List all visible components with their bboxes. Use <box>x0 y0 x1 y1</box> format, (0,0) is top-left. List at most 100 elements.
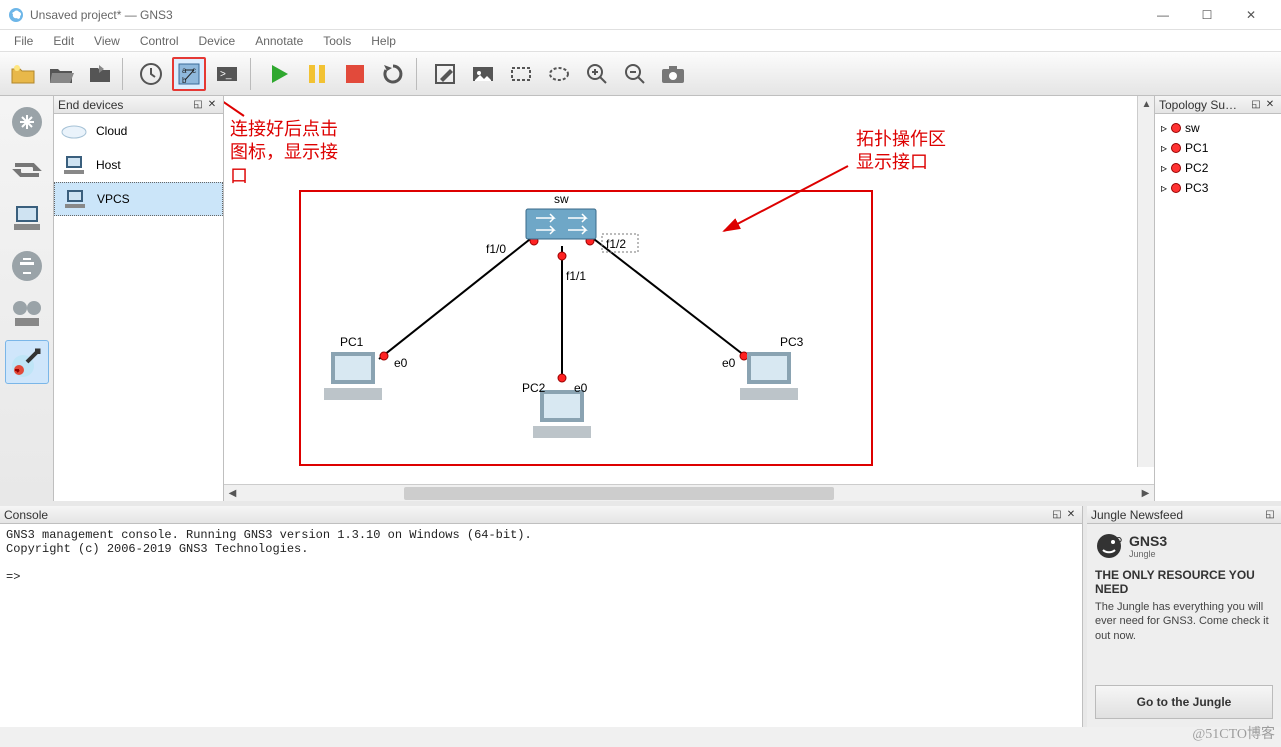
draw-rectangle-button[interactable] <box>504 57 538 91</box>
node-pc1-label: PC1 <box>340 335 364 349</box>
status-dot-stopped-icon <box>1171 183 1181 193</box>
node-pc2-label: PC2 <box>522 381 546 395</box>
screenshot-button[interactable] <box>656 57 690 91</box>
canvas-horizontal-scrollbar[interactable]: ◀▶ <box>224 484 1154 501</box>
status-dot-stopped-icon <box>1171 143 1181 153</box>
reload-all-button[interactable] <box>376 57 410 91</box>
panel-close-icon[interactable]: ✕ <box>205 98 219 112</box>
node-pc1[interactable]: PC1 <box>324 335 382 400</box>
console-output[interactable]: GNS3 management console. Running GNS3 ve… <box>0 524 1082 727</box>
panel-float-icon[interactable]: ◱ <box>1263 508 1277 522</box>
newsfeed-headline: THE ONLY RESOURCE YOU NEED <box>1095 568 1273 596</box>
port-label-f11: f1/1 <box>566 269 586 283</box>
go-to-jungle-button[interactable]: Go to the Jungle <box>1095 685 1273 719</box>
console-all-button[interactable]: >_ <box>210 57 244 91</box>
newsfeed-panel: Jungle Newsfeed ◱ GNS3Jungle THE ONLY RE… <box>1083 506 1281 727</box>
device-host[interactable]: Host <box>54 148 223 182</box>
new-project-button[interactable] <box>6 57 40 91</box>
insert-image-button[interactable] <box>466 57 500 91</box>
svg-text:b: b <box>182 76 187 85</box>
panel-float-icon[interactable]: ◱ <box>191 98 205 112</box>
save-project-button[interactable] <box>82 57 116 91</box>
gns3-app-icon <box>8 7 24 23</box>
panel-float-icon[interactable]: ◱ <box>1050 508 1064 522</box>
topology-item-sw[interactable]: ▹sw <box>1157 118 1279 138</box>
annotate-note-button[interactable] <box>428 57 462 91</box>
port-label-pc2-e0: e0 <box>574 381 588 395</box>
device-type-bar <box>0 96 54 501</box>
topology-summary-header[interactable]: Topology Su… ◱ ✕ <box>1155 96 1281 114</box>
newsfeed-panel-header[interactable]: Jungle Newsfeed ◱ <box>1087 506 1281 524</box>
end-devices-panel-header[interactable]: End devices ◱ ✕ <box>54 96 223 114</box>
window-close-button[interactable]: ✕ <box>1229 2 1273 28</box>
window-titlebar: Unsaved project* — GNS3 ― ☐ ✕ <box>0 0 1281 30</box>
console-panel-title: Console <box>4 508 48 522</box>
expand-icon[interactable]: ▹ <box>1161 181 1167 195</box>
menu-tools[interactable]: Tools <box>313 32 361 50</box>
console-panel-header[interactable]: Console ◱ ✕ <box>0 506 1082 524</box>
window-minimize-button[interactable]: ― <box>1141 2 1185 28</box>
window-title: Unsaved project* — GNS3 <box>30 8 1141 22</box>
workspace: ▲ sw <box>224 96 1155 501</box>
start-all-button[interactable] <box>262 57 296 91</box>
console-panel: Console ◱ ✕ GNS3 management console. Run… <box>0 506 1083 727</box>
port-label-f10: f1/0 <box>486 242 506 256</box>
menu-file[interactable]: File <box>4 32 43 50</box>
device-label: Host <box>96 158 121 172</box>
zoom-in-button[interactable] <box>580 57 614 91</box>
device-label: VPCS <box>97 192 130 206</box>
menu-control[interactable]: Control <box>130 32 189 50</box>
topology-item-pc3[interactable]: ▹PC3 <box>1157 178 1279 198</box>
expand-icon[interactable]: ▹ <box>1161 121 1167 135</box>
node-pc3[interactable]: PC3 <box>740 335 804 400</box>
end-devices-panel: End devices ◱ ✕ Cloud Host VPCS <box>54 96 224 501</box>
expand-icon[interactable]: ▹ <box>1161 141 1167 155</box>
annotation-text-2: 拓扑操作区 显示接口 <box>856 128 946 175</box>
device-label: Cloud <box>96 124 127 138</box>
security-devices-category-button[interactable] <box>5 244 49 288</box>
cloud-icon <box>60 121 88 141</box>
host-icon <box>60 155 88 175</box>
show-interface-labels-button[interactable]: acb <box>172 57 206 91</box>
window-maximize-button[interactable]: ☐ <box>1185 2 1229 28</box>
device-vpcs[interactable]: VPCS <box>54 182 223 216</box>
vpcs-icon <box>61 189 89 209</box>
menu-device[interactable]: Device <box>189 32 246 50</box>
newsfeed-panel-title: Jungle Newsfeed <box>1091 508 1183 522</box>
newsfeed-body: The Jungle has everything you will ever … <box>1095 600 1273 643</box>
watermark: @51CTO博客 <box>1192 723 1275 743</box>
stop-all-button[interactable] <box>338 57 372 91</box>
expand-icon[interactable]: ▹ <box>1161 161 1167 175</box>
menu-edit[interactable]: Edit <box>43 32 84 50</box>
status-dot-stopped-icon <box>1171 163 1181 173</box>
port-label-pc3-e0: e0 <box>722 356 736 370</box>
node-sw[interactable]: sw <box>526 192 596 239</box>
all-devices-category-button[interactable] <box>5 292 49 336</box>
status-dot-stopped-icon <box>1171 123 1181 133</box>
menu-annotate[interactable]: Annotate <box>245 32 313 50</box>
panel-close-icon[interactable]: ✕ <box>1064 508 1078 522</box>
panel-close-icon[interactable]: ✕ <box>1263 98 1277 112</box>
snapshot-button[interactable] <box>134 57 168 91</box>
zoom-out-button[interactable] <box>618 57 652 91</box>
draw-ellipse-button[interactable] <box>542 57 576 91</box>
device-cloud[interactable]: Cloud <box>54 114 223 148</box>
node-pc3-label: PC3 <box>780 335 804 349</box>
end-devices-category-button[interactable] <box>5 196 49 240</box>
menu-view[interactable]: View <box>84 32 130 50</box>
svg-text:>_: >_ <box>220 69 232 80</box>
topology-summary-panel: Topology Su… ◱ ✕ ▹sw ▹PC1 ▹PC2 ▹PC3 <box>1155 96 1281 501</box>
menu-bar: File Edit View Control Device Annotate T… <box>0 30 1281 52</box>
pause-all-button[interactable] <box>300 57 334 91</box>
routers-category-button[interactable] <box>5 100 49 144</box>
topology-item-pc2[interactable]: ▹PC2 <box>1157 158 1279 178</box>
annotation-text-1: 连接好后点击 图标，显示接 口 <box>230 118 338 188</box>
switches-category-button[interactable] <box>5 148 49 192</box>
add-link-button[interactable] <box>5 340 49 384</box>
menu-help[interactable]: Help <box>361 32 406 50</box>
port-label-f12: f1/2 <box>606 237 626 251</box>
open-project-button[interactable] <box>44 57 78 91</box>
panel-float-icon[interactable]: ◱ <box>1249 98 1263 112</box>
topology-item-pc1[interactable]: ▹PC1 <box>1157 138 1279 158</box>
topology-canvas[interactable]: sw PC1 PC2 PC3 f1/0 f1/1 f1/2 e0 <box>224 96 1154 484</box>
